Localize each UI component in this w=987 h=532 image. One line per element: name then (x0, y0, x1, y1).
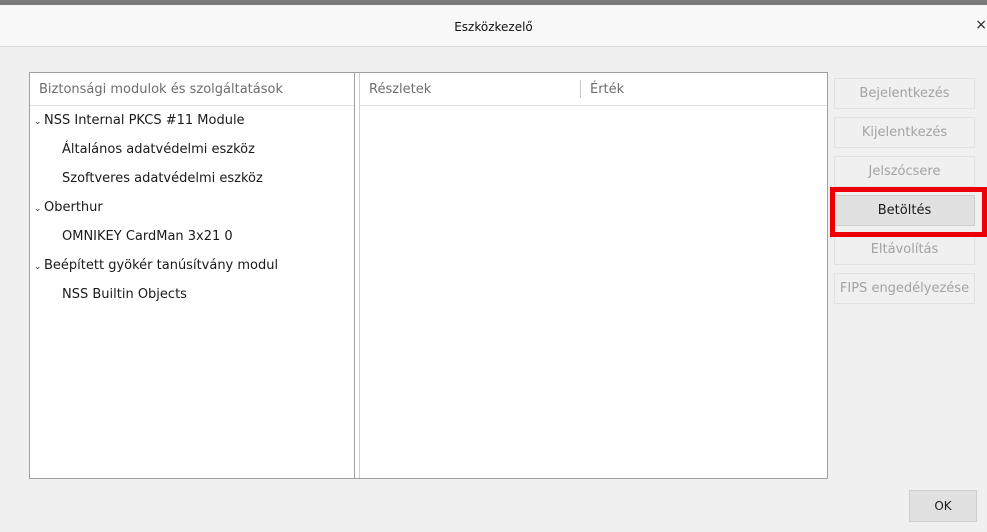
enable-fips-button[interactable]: FIPS engedélyezése (834, 273, 975, 304)
chevron-down-icon[interactable]: ⌄ (34, 108, 43, 137)
tree-item-nss-builtin-objects[interactable]: NSS Builtin Objects (30, 280, 354, 309)
tree-item-oberthur[interactable]: ⌄ Oberthur (30, 193, 354, 222)
tree-item-label: NSS Internal PKCS #11 Module (44, 113, 245, 128)
details-table: Részletek Érték (356, 73, 827, 478)
tree-item-label: NSS Builtin Objects (62, 287, 187, 302)
device-manager-panel: Biztonsági modulok és szolgáltatások ⌄ NS… (29, 72, 828, 479)
ok-button[interactable]: OK (909, 490, 977, 522)
value-column-header[interactable]: Érték (581, 73, 624, 105)
modules-tree-header[interactable]: Biztonsági modulok és szolgáltatások (30, 73, 354, 106)
modules-tree: Biztonsági modulok és szolgáltatások ⌄ NS… (30, 73, 355, 478)
load-button[interactable]: Betöltés (834, 195, 975, 226)
tree-item-general-security-device[interactable]: Általános adatvédelmi eszköz (30, 135, 354, 164)
modules-column-header[interactable]: Biztonsági modulok és szolgáltatások (30, 73, 283, 105)
chevron-down-icon[interactable]: ⌄ (34, 195, 43, 224)
chevron-down-icon[interactable]: ⌄ (34, 253, 43, 282)
tree-item-label: Beépített gyökér tanúsítvány modul (44, 258, 279, 273)
details-table-header: Részletek Érték (360, 73, 827, 106)
tree-item-label: Általános adatvédelmi eszköz (62, 142, 255, 157)
close-icon[interactable]: × (973, 17, 987, 35)
tree-item-omnikey-cardman[interactable]: OMNIKEY CardMan 3x21 0 (30, 222, 354, 251)
title-bar: Eszközkezelő × (0, 5, 987, 47)
tree-item-software-security-device[interactable]: Szoftveres adatvédelmi eszköz (30, 164, 354, 193)
details-table-body: Részletek Érték (359, 73, 827, 478)
login-button[interactable]: Bejelentkezés (834, 78, 975, 109)
tree-item-builtin-roots-module[interactable]: ⌄ Beépített gyökér tanúsítvány modul (30, 251, 354, 280)
modules-tree-list: ⌄ NSS Internal PKCS #11 Module Általános … (30, 106, 354, 309)
tree-item-nss-internal-module[interactable]: ⌄ NSS Internal PKCS #11 Module (30, 106, 354, 135)
tree-item-label: Oberthur (44, 200, 103, 215)
remove-button[interactable]: Eltávolítás (834, 234, 975, 265)
details-column-header[interactable]: Részletek (360, 73, 580, 105)
change-password-button[interactable]: Jelszócsere (834, 156, 975, 187)
window-title: Eszközkezelő (454, 20, 533, 34)
tree-item-label: OMNIKEY CardMan 3x21 0 (62, 229, 233, 244)
logout-button[interactable]: Kijelentkezés (834, 117, 975, 148)
tree-item-label: Szoftveres adatvédelmi eszköz (62, 171, 263, 186)
action-buttons: Bejelentkezés Kijelentkezés Jelszócsere … (834, 78, 977, 312)
